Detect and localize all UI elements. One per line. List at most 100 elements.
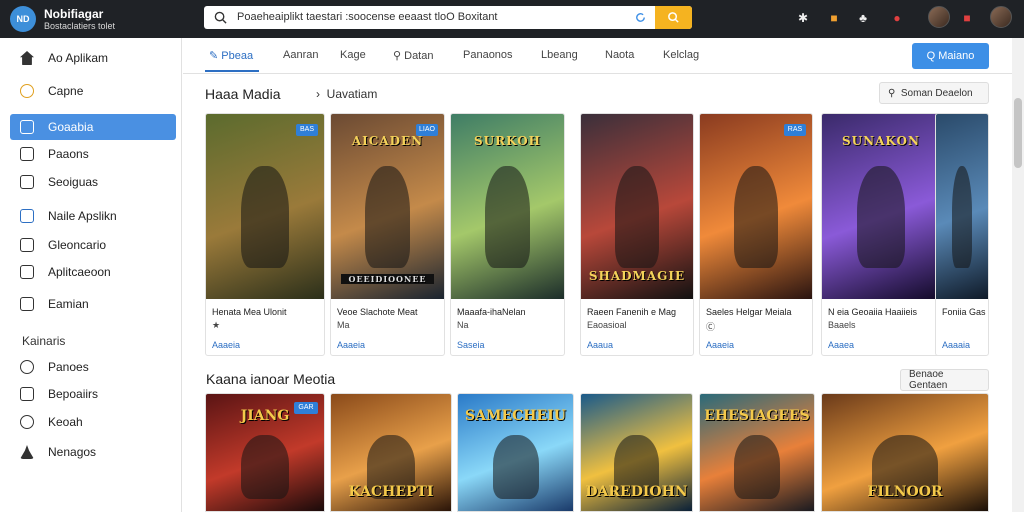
user-avatar[interactable] bbox=[928, 6, 950, 28]
game-card-cover[interactable]: EHESIAGEES bbox=[699, 393, 815, 512]
game-card[interactable]: Foniia Gas Aaaaia bbox=[935, 113, 989, 356]
game-name[interactable]: Foniia Gas bbox=[942, 306, 988, 319]
game-card-cover[interactable]: GAR JIANG bbox=[205, 393, 325, 512]
character-figure bbox=[484, 165, 531, 268]
game-card[interactable]: SURKOH Maaafa-ihaNelan Na Saseia bbox=[450, 113, 565, 356]
search-icon: ⚲ bbox=[393, 50, 405, 62]
app-title: Nobifiagar bbox=[44, 7, 104, 21]
game-name[interactable]: Henata Mea Ulonit bbox=[212, 306, 320, 319]
sidebar-item-eamian[interactable]: Eamian bbox=[10, 291, 176, 317]
character-figure bbox=[857, 165, 905, 268]
tab-kage[interactable]: Kage bbox=[340, 49, 366, 61]
game-name[interactable]: Saeles Helgar Meiala bbox=[706, 306, 812, 319]
game-card[interactable]: SHADMAGIE Raeen Fanenih e Mag Eaoasioal Aaa… bbox=[580, 113, 694, 356]
tab-label: Datan bbox=[404, 50, 434, 62]
notification-icon[interactable]: ■ bbox=[827, 11, 841, 25]
section-action-button[interactable]: ⚲ Soman Deaelon bbox=[879, 82, 989, 104]
tab-lbeang[interactable]: Lbeang bbox=[541, 49, 578, 61]
search-bar[interactable] bbox=[204, 6, 692, 29]
profile-avatar[interactable] bbox=[990, 6, 1012, 28]
person-icon bbox=[20, 445, 34, 459]
sidebar-item-naile[interactable]: Naile Apslikn bbox=[10, 203, 176, 229]
game-link[interactable]: Aaaeia bbox=[337, 340, 365, 350]
sidebar-item-nenagos[interactable]: Nenagos bbox=[10, 439, 176, 465]
game-meta: ★ bbox=[212, 320, 221, 330]
game-name[interactable]: Maaafa-ihaNelan bbox=[457, 306, 564, 319]
game-card-cover[interactable]: SAMECHEIU bbox=[457, 393, 574, 512]
puzzle-icon[interactable]: ✱ bbox=[796, 11, 810, 25]
scrollbar-thumb[interactable] bbox=[1014, 98, 1022, 168]
settings-icon[interactable]: ■ bbox=[960, 11, 974, 25]
list-icon bbox=[20, 238, 34, 252]
sidebar-item-aplitcaeoon[interactable]: Aplitcaeoon bbox=[10, 259, 176, 285]
game-link[interactable]: Aaaua bbox=[587, 340, 613, 350]
game-link[interactable]: Aaaea bbox=[828, 340, 854, 350]
search-input[interactable] bbox=[237, 11, 627, 23]
game-card[interactable]: LIAO AICADEN OEEIDIOONEE Veoe Slachote Meat… bbox=[330, 113, 445, 356]
sidebar-item-panoes[interactable]: Panoes bbox=[10, 354, 176, 380]
scrollbar[interactable] bbox=[1012, 38, 1024, 512]
sidebar-item-home[interactable]: Ao Aplikam bbox=[10, 45, 176, 71]
alert-icon[interactable]: ● bbox=[890, 11, 904, 25]
sidebar-item-paaons[interactable]: Paaons bbox=[10, 141, 176, 167]
search-icon: ⚲ bbox=[888, 87, 901, 99]
sidebar-item-label: Goaabia bbox=[48, 120, 94, 134]
sidebar-item-label: Gleoncario bbox=[48, 238, 107, 252]
character-figure bbox=[364, 165, 411, 268]
character-figure bbox=[614, 165, 660, 268]
grid-icon bbox=[20, 175, 34, 189]
section-subtitle[interactable]: › Uavatiam bbox=[316, 87, 377, 101]
refresh-icon[interactable] bbox=[634, 11, 647, 24]
sidebar-item-keoah[interactable]: Keoah bbox=[10, 409, 176, 435]
game-name[interactable]: N eia Geoaiia Haaiieis bbox=[828, 306, 936, 319]
game-link[interactable]: Saseia bbox=[457, 340, 485, 350]
folder-icon bbox=[20, 297, 34, 311]
search-icon bbox=[214, 11, 227, 24]
game-badge: BAS bbox=[296, 124, 318, 136]
sidebar-item-gleoncario[interactable]: Gleoncario bbox=[10, 232, 176, 258]
game-link[interactable]: Aaaeia bbox=[212, 340, 240, 350]
cover-title: SUNAKON bbox=[842, 134, 920, 148]
game-name[interactable]: Veoe Slachote Meat bbox=[337, 306, 444, 319]
sidebar-item-label: Eamian bbox=[48, 297, 89, 311]
sidebar-item-label: Paaons bbox=[48, 147, 89, 161]
sidebar-item-goaabia[interactable]: Goaabia bbox=[10, 114, 176, 140]
tab-bar: ✎ Pbeaa Aanran Kage ⚲ Datan Panaonos Lbe… bbox=[183, 38, 1013, 74]
sidebar-item-bepoaiirs[interactable]: Bepoaiirs bbox=[10, 381, 176, 407]
b-icon bbox=[20, 360, 34, 374]
target-icon bbox=[20, 415, 34, 429]
game-card[interactable]: SUNAKON N eia Geoaiia Haaiieis Baaels Aaaea bbox=[821, 113, 941, 356]
monitor-icon bbox=[20, 209, 34, 223]
game-card-cover[interactable]: FILNOOR bbox=[821, 393, 989, 512]
game-card-cover[interactable]: DAREDIOHN bbox=[580, 393, 693, 512]
game-link[interactable]: Aaaeia bbox=[706, 340, 734, 350]
tab-naota[interactable]: Naota bbox=[605, 49, 634, 61]
tab-panaonos[interactable]: Panaonos bbox=[463, 49, 513, 61]
game-card-cover[interactable]: KACHEPTI bbox=[330, 393, 452, 512]
character-figure bbox=[734, 434, 780, 500]
section2-action-button[interactable]: Benaoe Gentaen bbox=[900, 369, 989, 391]
search-button[interactable] bbox=[655, 6, 692, 29]
game-cover-image: SURKOH bbox=[451, 114, 564, 299]
sidebar-item-capne[interactable]: Capne bbox=[10, 78, 176, 104]
app-subtitle: Bostaclatiers tolet bbox=[44, 21, 116, 31]
game-cover-image: SHADMAGIE bbox=[581, 114, 693, 299]
game-name[interactable]: Raeen Fanenih e Mag bbox=[587, 306, 693, 319]
primary-action-button[interactable]: Q Maiano bbox=[912, 43, 989, 69]
game-link[interactable]: Aaaaia bbox=[942, 340, 970, 350]
character-figure bbox=[733, 165, 779, 268]
tab-pbeaa[interactable]: ✎ Pbeaa bbox=[209, 49, 253, 62]
tab-kelclag[interactable]: Kelclag bbox=[663, 49, 699, 61]
tab-datan[interactable]: ⚲ Datan bbox=[393, 49, 433, 62]
game-card[interactable]: BAS Henata Mea Ulonit ★ Aaaeia bbox=[205, 113, 325, 356]
game-cover-image bbox=[936, 114, 988, 299]
game-badge: RAS bbox=[784, 124, 806, 136]
app-logo[interactable]: ND bbox=[10, 6, 36, 32]
gift-icon[interactable]: ♣ bbox=[856, 11, 870, 25]
game-card[interactable]: RAS Saeles Helgar Meiala Ⓒ Aaaeia bbox=[699, 113, 813, 356]
sidebar-item-seoiguas[interactable]: Seoiguas bbox=[10, 169, 176, 195]
coin-icon bbox=[20, 84, 34, 98]
tab-aanran[interactable]: Aanran bbox=[283, 49, 318, 61]
app-icon bbox=[20, 265, 34, 279]
character-figure bbox=[492, 434, 539, 500]
